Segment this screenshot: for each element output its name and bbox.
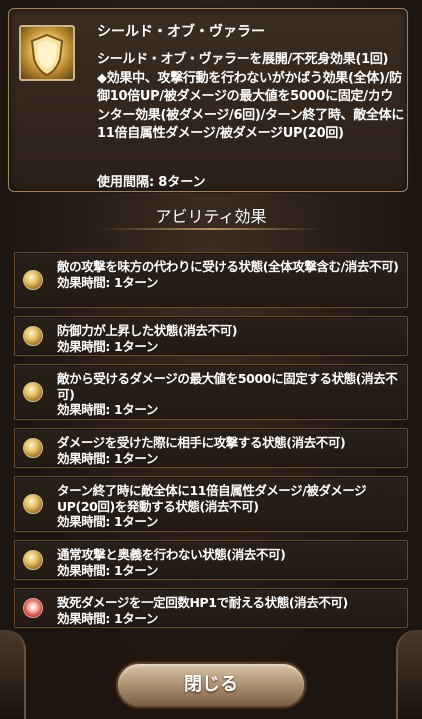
effect-text: 致死ダメージを一定回数HP1で耐える状態(消去不可) <box>57 595 348 610</box>
effect-duration: 効果時間: 1ターン <box>57 338 158 354</box>
effect-text: 防御力が上昇した状態(消去不可) <box>57 323 238 338</box>
skill-card: シールド・オブ・ヴァラー シールド・オブ・ヴァラーを展開/不死身効果(1回) ◆… <box>8 8 408 192</box>
cooldown-value: 8ターン <box>158 175 206 190</box>
effect-duration: 効果時間: 1ターン <box>57 450 158 466</box>
skill-title: シールド・オブ・ヴァラー <box>97 24 265 40</box>
shield-buff-icon <box>23 382 43 402</box>
shield-buff-icon <box>23 326 43 346</box>
effect-item: 敵から受けるダメージの最大値を5000に固定する状態(消去不可) 効果時間: 1… <box>14 364 408 420</box>
close-button[interactable]: 閉じる <box>116 662 306 708</box>
effect-duration: 効果時間: 1ターン <box>57 402 158 417</box>
effect-text: 通常攻撃と奥義を行わない状態(消去不可) <box>57 547 286 562</box>
effect-text: 敵の攻撃を味方の代わりに受ける状態(全体攻撃含む/消去不可) <box>57 259 399 274</box>
skill-description: シールド・オブ・ヴァラーを展開/不死身効果(1回) ◆効果中、攻撃行動を行わない… <box>97 52 405 141</box>
section-title: アビリティ効果 <box>155 207 267 226</box>
effect-duration: 効果時間: 1ターン <box>57 514 158 529</box>
shield-buff-icon <box>23 270 43 290</box>
frame-left-ornament <box>0 630 26 719</box>
effect-item: 通常攻撃と奥義を行わない状態(消去不可) 効果時間: 1ターン <box>14 540 408 580</box>
skill-cooldown: 使用間隔: 8ターン <box>97 171 206 190</box>
cooldown-label: 使用間隔: <box>97 175 155 190</box>
effect-item: ダメージを受けた際に相手に攻撃する状態(消去不可) 効果時間: 1ターン <box>14 428 408 468</box>
effect-item: ターン終了時に敵全体に11倍自属性ダメージ/被ダメージUP(20回)を発動する状… <box>14 476 408 532</box>
frame-right-ornament <box>396 630 422 719</box>
shield-buff-icon <box>23 550 43 570</box>
effect-text: ターン終了時に敵全体に11倍自属性ダメージ/被ダメージUP(20回)を発動する状… <box>57 483 367 514</box>
effect-text: 敵から受けるダメージの最大値を5000に固定する状態(消去不可) <box>57 371 398 402</box>
effect-duration: 効果時間: 1ターン <box>57 610 158 626</box>
section-divider <box>100 228 322 230</box>
effect-item: 敵の攻撃を味方の代わりに受ける状態(全体攻撃含む/消去不可) 効果時間: 1ター… <box>14 252 408 308</box>
shield-icon <box>19 25 75 81</box>
effect-item: 防御力が上昇した状態(消去不可) 効果時間: 1ターン <box>14 316 408 356</box>
effect-text: ダメージを受けた際に相手に攻撃する状態(消去不可) <box>57 435 346 450</box>
effect-duration: 効果時間: 1ターン <box>57 274 158 290</box>
effect-duration: 効果時間: 1ターン <box>57 562 158 578</box>
skull-buff-icon <box>23 598 43 618</box>
effect-item: 致死ダメージを一定回数HP1で耐える状態(消去不可) 効果時間: 1ターン <box>14 588 408 628</box>
shield-buff-icon <box>23 438 43 458</box>
shield-buff-icon <box>23 494 43 514</box>
